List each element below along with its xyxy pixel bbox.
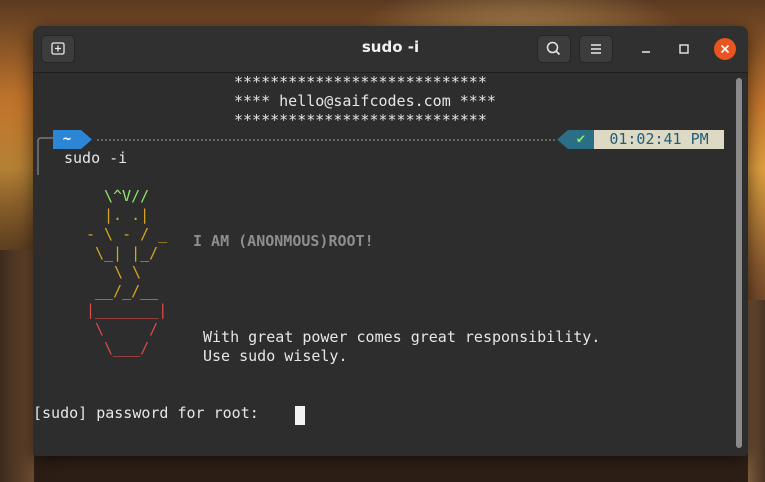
ascii-plant-line: \^V//	[104, 187, 150, 205]
art-title: I AM (ANONMOUS)ROOT!	[193, 232, 374, 250]
prompt-status-segment: ✔	[568, 130, 594, 149]
ascii-plant-line: \ \	[114, 263, 142, 281]
terminal-output[interactable]: **************************** **** hello@…	[33, 73, 748, 456]
banner-line: **** hello@saifcodes.com ****	[234, 92, 496, 110]
prompt-home-segment: ~	[53, 130, 81, 149]
ascii-pot-line: \ /	[95, 320, 159, 338]
minimize-icon	[642, 51, 650, 53]
desktop-wallpaper-left	[0, 250, 34, 482]
maximize-button[interactable]	[673, 38, 695, 60]
title-bar: sudo -i	[33, 26, 748, 73]
banner-line: ****************************	[234, 111, 487, 129]
command-line: sudo -i	[64, 149, 128, 167]
close-icon	[720, 44, 730, 54]
prompt-home-arrow	[81, 130, 92, 149]
ascii-pot-line: \___/	[104, 339, 150, 357]
ascii-plant-line: __/_/__	[95, 282, 159, 300]
prompt-time-segment: 01:02:41 PM	[594, 130, 724, 149]
search-button[interactable]	[537, 35, 571, 63]
hamburger-menu-icon	[591, 44, 601, 54]
scrollbar-thumb[interactable]	[736, 78, 742, 448]
ascii-plant-line: |. .|	[104, 206, 150, 224]
banner-line: ****************************	[234, 73, 487, 91]
close-button[interactable]	[714, 38, 736, 60]
minimize-button[interactable]	[635, 38, 657, 60]
ascii-plant-line: - \ - / _	[86, 225, 168, 243]
ascii-pot-line: |_______|	[86, 301, 168, 319]
prompt-status-arrow	[557, 130, 568, 149]
text-cursor	[295, 406, 305, 425]
ascii-plant-line: \_| |_/	[95, 244, 159, 262]
search-icon	[546, 41, 561, 56]
prompt-filler	[97, 139, 555, 141]
menu-button[interactable]	[579, 35, 613, 63]
desktop-wallpaper-right	[748, 300, 765, 482]
quote-line: Use sudo wisely.	[203, 347, 348, 365]
maximize-icon	[679, 44, 689, 54]
password-prompt: [sudo] password for root:	[33, 404, 268, 422]
quote-line: With great power comes great responsibil…	[203, 328, 601, 346]
terminal-window: sudo -i **************************** ***…	[33, 26, 748, 456]
